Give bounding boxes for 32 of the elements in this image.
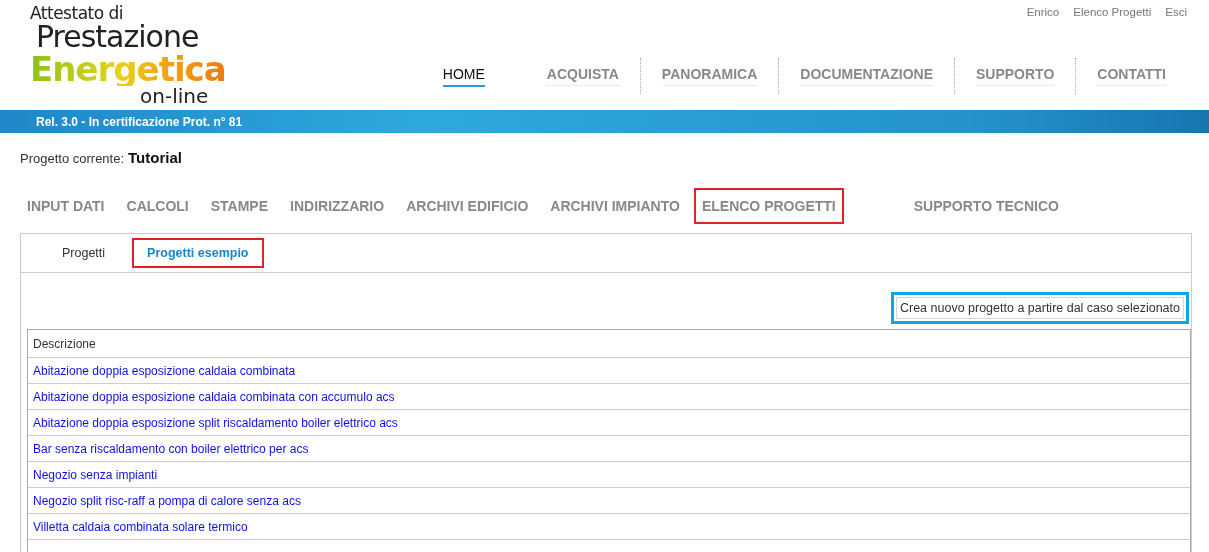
- nav-link[interactable]: PANORAMICA: [661, 66, 758, 86]
- project-link[interactable]: Abitazione doppia esposizione caldaia combinata: [28, 358, 1190, 384]
- menu-item[interactable]: ARCHIVI EDIFICIO: [398, 188, 537, 224]
- column-header: Descrizione: [28, 330, 1190, 358]
- create-project-button[interactable]: Crea nuovo progetto a partire dal caso selezionato: [890, 292, 1189, 324]
- menu-item[interactable]: STAMPE: [202, 188, 277, 224]
- nav-link[interactable]: HOME: [442, 65, 485, 87]
- nav-link[interactable]: ACQUISTA: [546, 66, 619, 86]
- project-link[interactable]: Negozio split risc-raff a pompa di calore senza acs: [28, 488, 1190, 514]
- logo: Attestato di Prestazione Energetica on-line: [29, 2, 226, 110]
- current-project-label: Progetto corrente:: [20, 151, 125, 166]
- user-link[interactable]: Enrico: [1026, 6, 1060, 18]
- project-link[interactable]: Negozio senza impianti: [28, 462, 1190, 488]
- project-link[interactable]: Villetta caldaia combinata solare termico: [28, 514, 1190, 540]
- tab[interactable]: Progetti esempio: [132, 238, 264, 268]
- project-link[interactable]: Abitazione doppia esposizione caldaia combinata con accumulo acs: [28, 384, 1190, 410]
- nav-link[interactable]: DOCUMENTAZIONE: [800, 66, 933, 86]
- project-link[interactable]: Bar senza riscaldamento con boiler elettrico per acs: [28, 436, 1190, 462]
- menu-item[interactable]: CALCOLI: [118, 188, 197, 224]
- menu-item[interactable]: ELENCO PROGETTI: [693, 188, 844, 224]
- tab[interactable]: Progetti: [47, 238, 121, 268]
- user-link[interactable]: Elenco Progetti: [1073, 6, 1152, 18]
- release-bar: Rel. 3.0 - In certificazione Prot. n° 81: [0, 110, 1209, 133]
- menu-item[interactable]: INDIRIZZARIO: [282, 188, 393, 224]
- nav-link[interactable]: CONTATTI: [1097, 66, 1166, 86]
- menu-item[interactable]: INPUT DATI: [19, 188, 113, 224]
- menu-item[interactable]: ARCHIVI IMPIANTO: [542, 188, 688, 224]
- nav-link[interactable]: SUPPORTO: [976, 66, 1055, 86]
- current-project-name: Tutorial: [128, 149, 182, 166]
- user-link[interactable]: Esci: [1165, 6, 1187, 18]
- menu-item[interactable]: SUPPORTO TECNICO: [905, 188, 1067, 224]
- project-link[interactable]: Abitazione doppia esposizione split riscaldamento boiler elettrico acs: [28, 410, 1190, 436]
